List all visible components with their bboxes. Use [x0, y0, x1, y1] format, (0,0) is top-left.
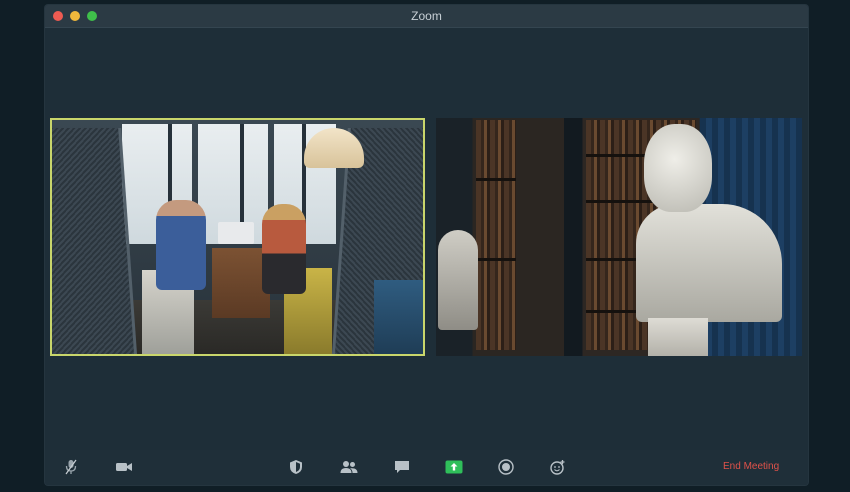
marble-bust-pedestal: [648, 318, 708, 356]
record-button[interactable]: [496, 458, 516, 476]
security-shield-icon: [290, 460, 302, 474]
person-blue-shirt: [156, 200, 206, 290]
laptop: [218, 222, 254, 244]
small-marble-bust: [438, 230, 478, 330]
mic-icon: [65, 459, 77, 475]
chat-button[interactable]: [392, 458, 412, 476]
zoom-window: Zoom End Meeting: [45, 5, 808, 485]
reactions-button[interactable]: [548, 458, 568, 476]
title-bar[interactable]: Zoom: [45, 5, 808, 28]
bookshelf-left: [476, 120, 516, 350]
share-screen-button[interactable]: [443, 458, 465, 476]
security-button[interactable]: [286, 458, 306, 476]
shelf-board: [476, 178, 516, 181]
reactions-icon: [550, 460, 565, 475]
participants-icon: [340, 461, 358, 473]
video-camera-icon: [116, 463, 132, 471]
meeting-toolbar: End Meeting: [45, 450, 808, 485]
record-icon: [498, 459, 514, 475]
start-video-button[interactable]: [114, 458, 134, 476]
marble-bust-body: [636, 204, 782, 322]
share-screen-icon: [445, 460, 463, 474]
video-tile-participant[interactable]: [436, 118, 802, 356]
video-gallery: [45, 28, 808, 450]
participants-button[interactable]: [339, 458, 359, 476]
video-tile-active-speaker[interactable]: [50, 118, 425, 356]
marble-bust-head: [644, 124, 712, 212]
mute-button[interactable]: [61, 458, 81, 476]
person-orange-top: [262, 204, 306, 294]
desktop: Zoom End Meeting: [0, 0, 850, 492]
shelf-board: [476, 258, 516, 261]
chat-icon: [395, 461, 409, 473]
window-title: Zoom: [411, 9, 442, 23]
end-meeting-button[interactable]: End Meeting: [723, 460, 779, 474]
blue-cabinet: [374, 280, 423, 354]
